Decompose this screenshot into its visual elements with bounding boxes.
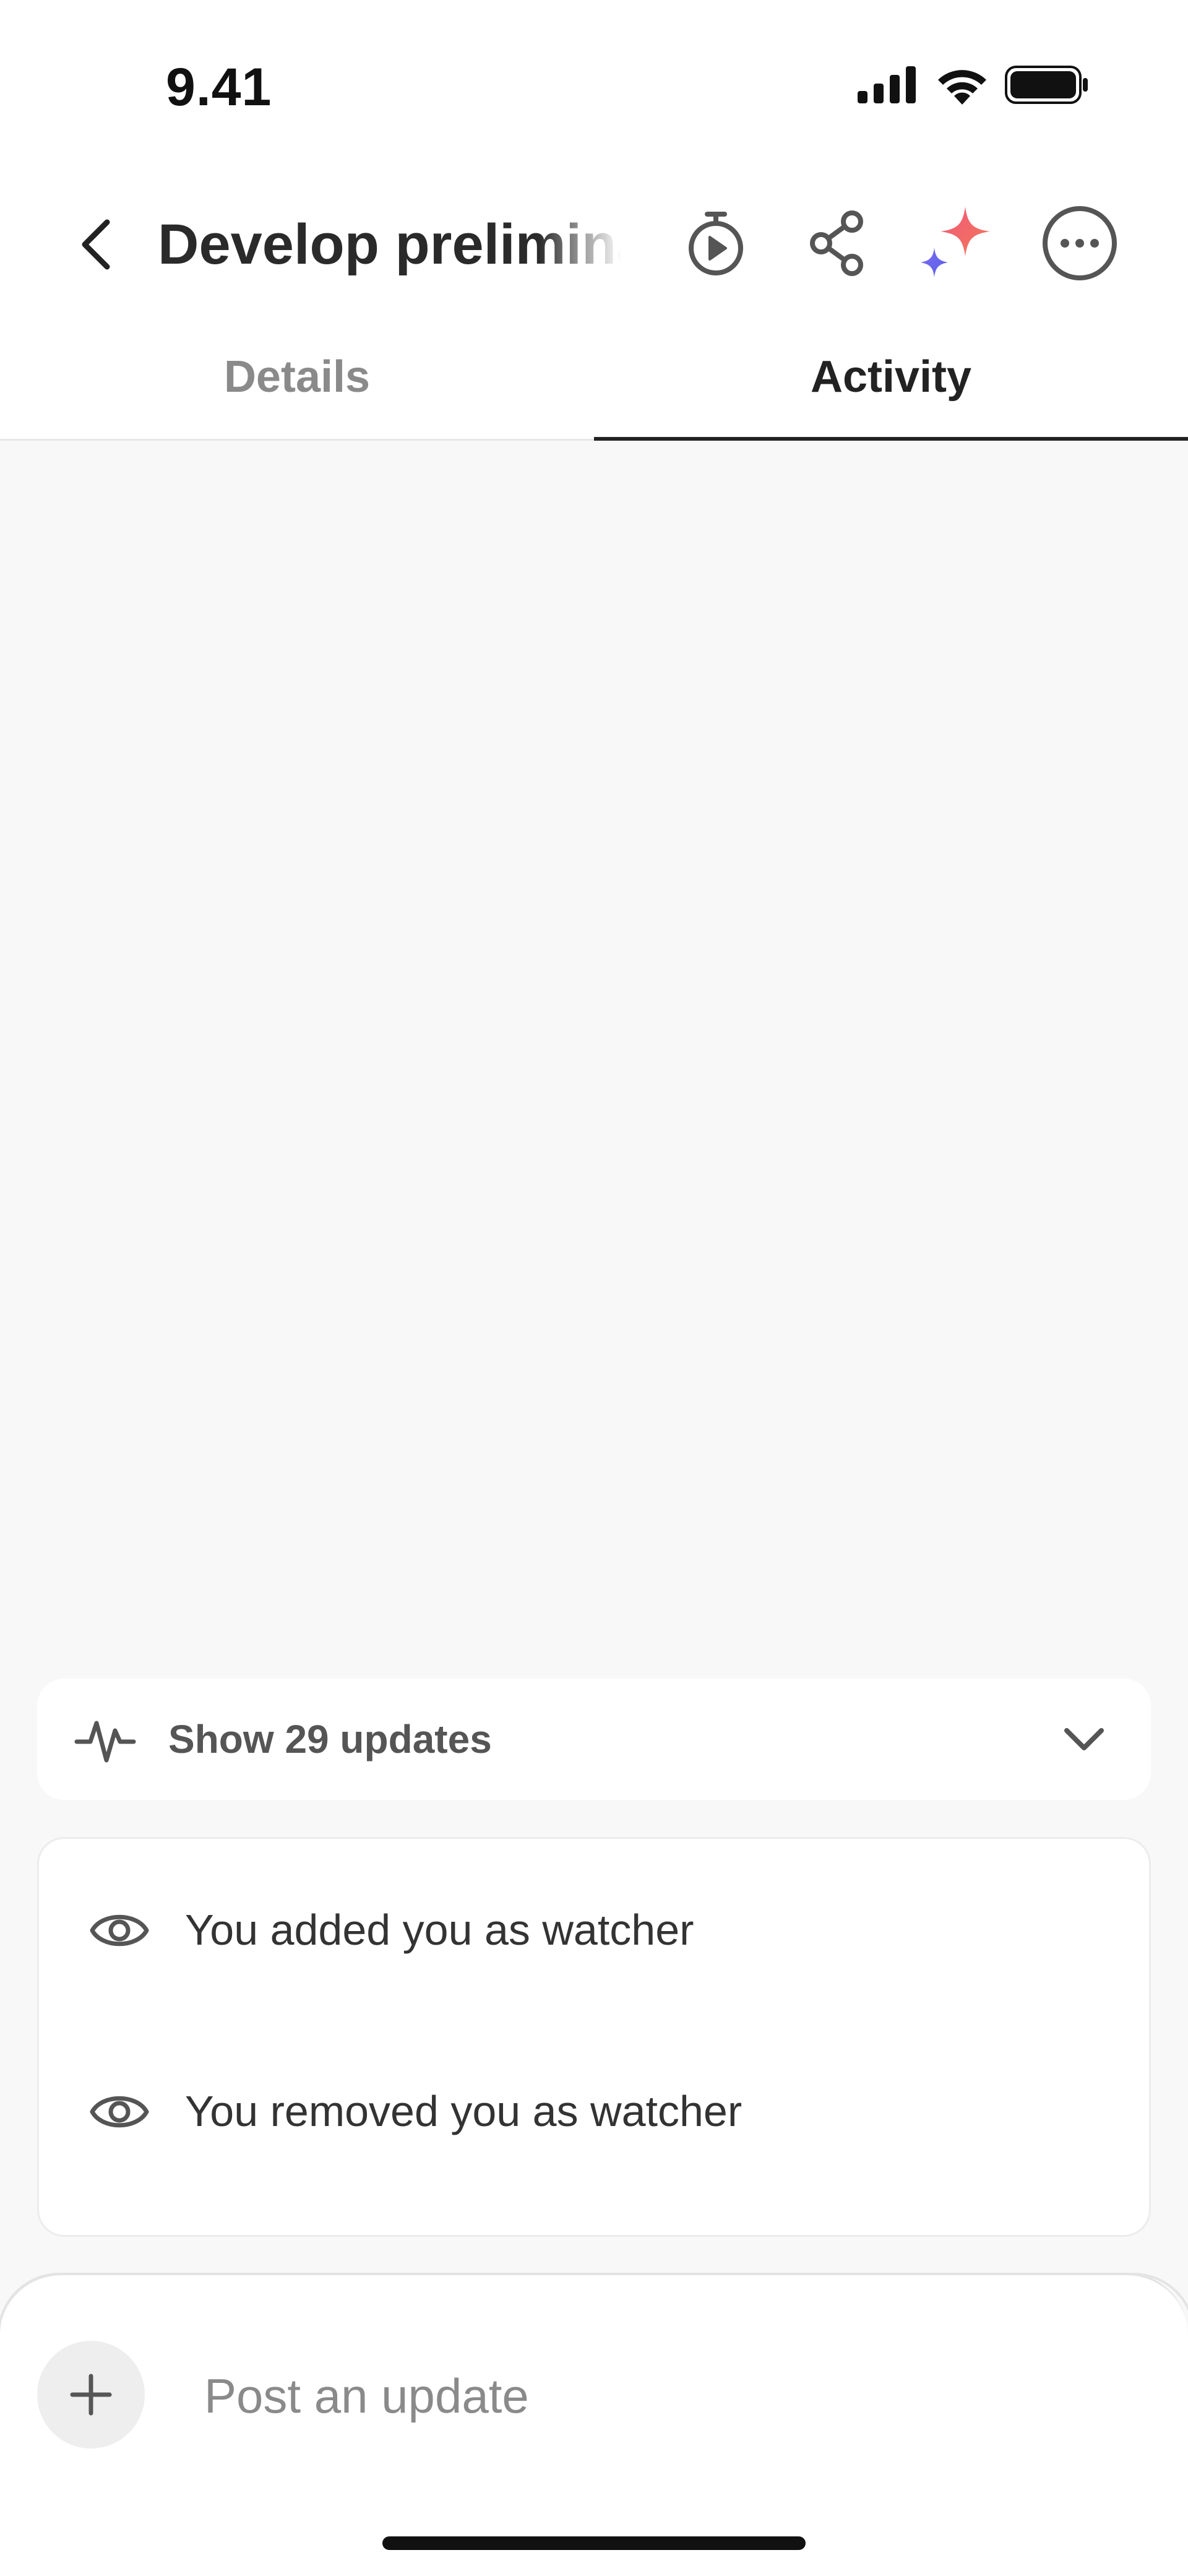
- home-indicator[interactable]: [382, 2536, 806, 2550]
- update-composer: [0, 2273, 1188, 2576]
- status-bar: 9.41: [0, 0, 1188, 167]
- task-header: Develop preliminary: [0, 167, 1188, 313]
- back-button[interactable]: [68, 210, 124, 279]
- activity-item-text: You removed you as watcher: [185, 2087, 742, 2135]
- active-tab-indicator: [594, 437, 1188, 441]
- tab-activity[interactable]: Activity: [594, 313, 1188, 441]
- tab-bar: Details Activity: [0, 313, 1188, 441]
- timer-button[interactable]: [676, 203, 756, 283]
- eye-icon: [90, 2096, 149, 2128]
- activity-item: You removed you as watcher: [39, 2062, 1153, 2161]
- page-title-container[interactable]: Develop preliminary: [158, 204, 622, 285]
- plus-icon: [70, 2374, 112, 2416]
- share-icon: [810, 210, 863, 276]
- timer-play-icon: [689, 212, 743, 275]
- status-time: 9.41: [166, 58, 272, 117]
- ai-assistant-button[interactable]: [916, 203, 996, 283]
- add-attachment-button[interactable]: [37, 2341, 145, 2448]
- activity-pulse-icon: [74, 1721, 136, 1763]
- share-button[interactable]: [797, 203, 877, 283]
- status-icons: [858, 65, 1089, 105]
- show-updates-label: Show 29 updates: [168, 1717, 492, 1761]
- chevron-down-icon: [1064, 1728, 1104, 1750]
- wifi-icon: [938, 70, 986, 105]
- page-title: Develop preliminary: [158, 213, 622, 276]
- more-options-icon: [1043, 206, 1117, 280]
- battery-icon: [1005, 66, 1088, 104]
- ai-sparkle-icon: [921, 207, 990, 277]
- activity-list: You added you as watcher You removed you…: [37, 1837, 1151, 2237]
- show-updates-toggle[interactable]: Show 29 updates: [37, 1679, 1151, 1800]
- eye-icon: [90, 1914, 149, 1947]
- more-options-button[interactable]: [1040, 203, 1120, 283]
- activity-item: You added you as watcher: [39, 1880, 1153, 1979]
- tab-details[interactable]: Details: [0, 313, 594, 441]
- post-update-input[interactable]: [204, 2349, 1070, 2442]
- activity-item-text: You added you as watcher: [185, 1906, 694, 1954]
- cellular-signal-icon: [858, 66, 916, 103]
- back-icon: [82, 219, 110, 270]
